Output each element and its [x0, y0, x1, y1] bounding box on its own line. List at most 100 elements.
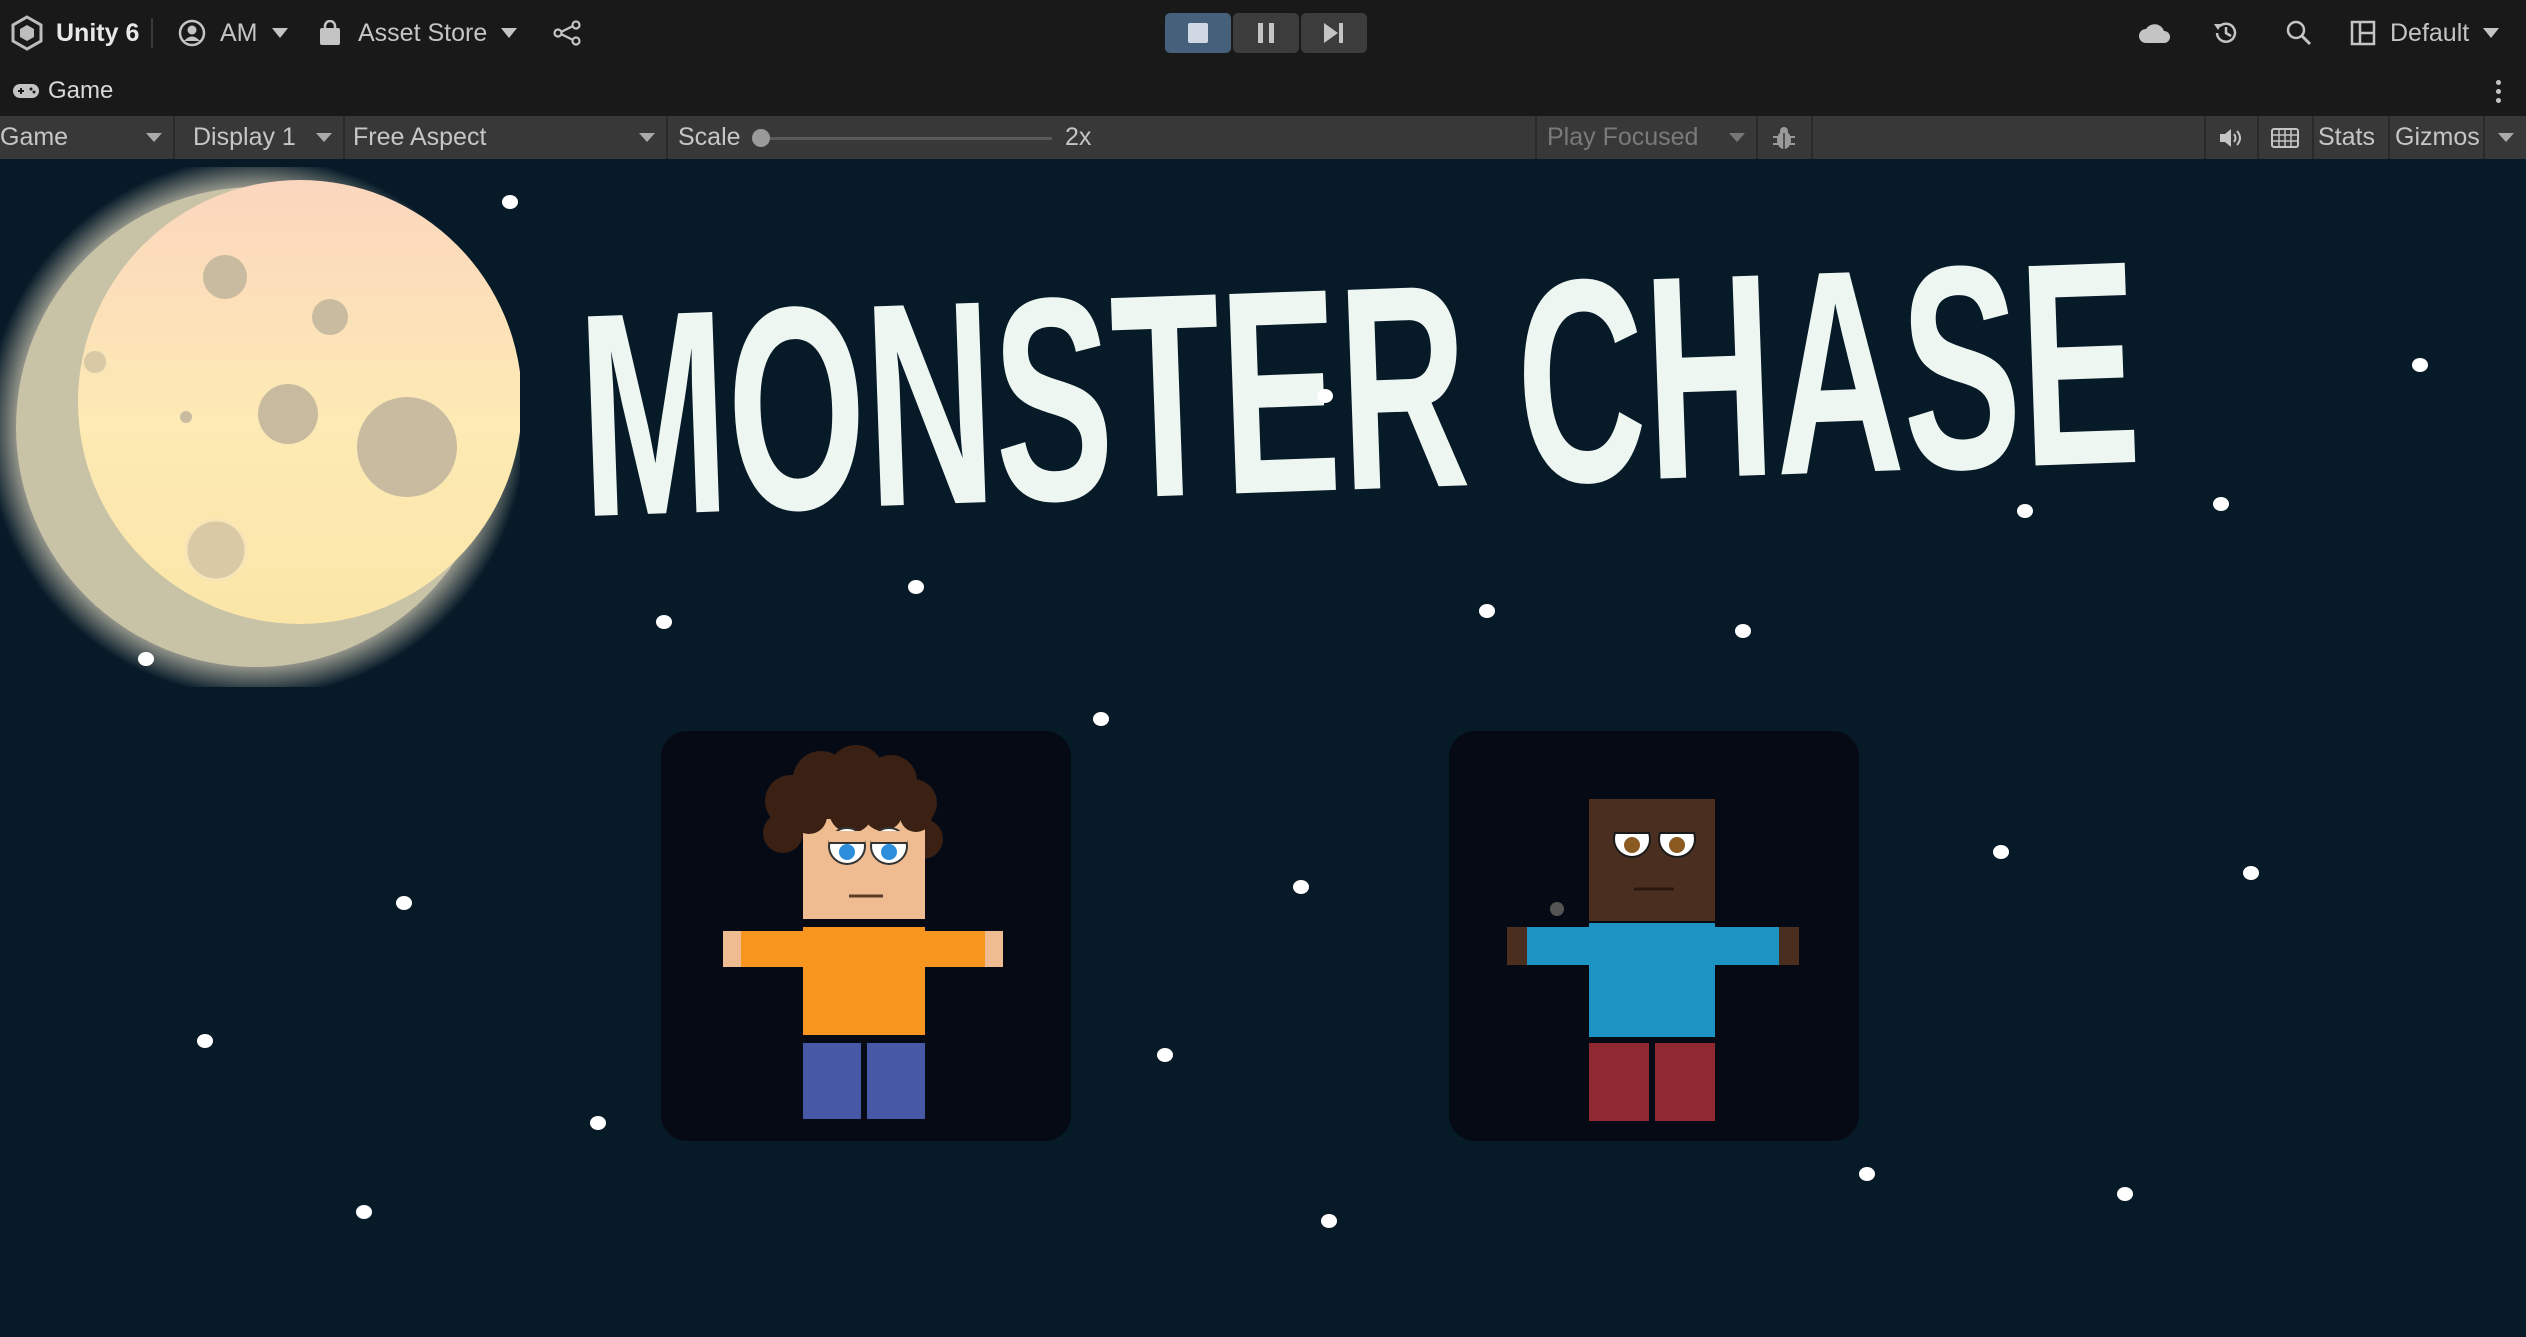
divider [2312, 116, 2314, 159]
pause-icon [1258, 23, 1274, 43]
divider [151, 18, 153, 48]
star [1293, 880, 1309, 894]
version-control-button[interactable] [553, 0, 581, 66]
shortcuts-toggle[interactable] [2259, 116, 2311, 159]
scale-slider-handle[interactable] [752, 129, 770, 147]
view-mode-label: Game [0, 123, 69, 151]
keyboard-icon [2271, 127, 2299, 148]
aspect-dropdown[interactable]: Free Aspect [345, 116, 665, 159]
pause-button[interactable] [1233, 13, 1299, 53]
game-title-text: MONSTER CHASE [574, 249, 2144, 578]
scale-slider-track[interactable] [760, 137, 1052, 140]
display-dropdown[interactable]: Display 1 [175, 116, 342, 159]
chevron-down-icon [501, 28, 518, 38]
star [656, 615, 672, 629]
play-mode-dropdown[interactable]: Play Focused [1537, 116, 1755, 159]
divider [666, 116, 668, 159]
debug-toggle[interactable] [1758, 116, 1810, 159]
game-view-toolbar: Game Display 1 Free Aspect Scale 2x Play… [0, 116, 2526, 161]
play-icon [1188, 23, 1208, 43]
star [1093, 712, 1109, 726]
chevron-down-icon [2483, 28, 2500, 38]
cloud-icon [2139, 24, 2170, 43]
display-label: Display 1 [193, 123, 296, 151]
account-icon [178, 19, 206, 47]
star [908, 580, 924, 594]
stats-toggle[interactable]: Stats [2318, 116, 2375, 159]
version-control-icon [553, 20, 581, 46]
top-toolbar: Unity 6 AM Asset Store Default [0, 0, 2526, 66]
history-button[interactable] [2212, 0, 2240, 66]
account-dropdown[interactable]: AM [178, 0, 288, 66]
search-icon [2286, 20, 2312, 46]
star [356, 1205, 372, 1219]
play-mode-label: Play Focused [1547, 123, 1699, 151]
step-icon [1324, 23, 1343, 43]
chevron-down-icon [2498, 133, 2514, 142]
app-title: Unity 6 [56, 18, 140, 47]
divider [1811, 116, 1813, 159]
account-label: AM [220, 18, 258, 47]
star [2117, 1187, 2133, 1201]
speaker-icon [2220, 128, 2241, 147]
character-select-card-2[interactable] [1449, 731, 1859, 1141]
scale-value: 2x [1065, 123, 1092, 151]
chevron-down-icon [316, 133, 332, 142]
star [1479, 604, 1495, 618]
gizmos-dropdown[interactable] [2485, 116, 2526, 159]
bug-icon [1773, 126, 1795, 149]
star [1735, 624, 1751, 638]
layout-dropdown[interactable]: Default [2350, 0, 2500, 66]
layout-label: Default [2390, 18, 2470, 47]
window-tab-bar: Game [0, 66, 2526, 116]
cloud-button[interactable] [2138, 0, 2172, 66]
star [2243, 866, 2259, 880]
star [2213, 497, 2229, 511]
star [1157, 1048, 1173, 1062]
player-1-character [723, 745, 1003, 1119]
star [1993, 845, 2009, 859]
step-button[interactable] [1301, 13, 1367, 53]
gizmos-label: Gizmos [2395, 123, 2480, 151]
gizmos-toggle[interactable]: Gizmos [2395, 116, 2480, 159]
search-button[interactable] [2285, 0, 2313, 66]
view-mode-dropdown[interactable]: Game [0, 116, 172, 159]
unity-logo-icon [11, 15, 43, 51]
stats-label: Stats [2318, 123, 2375, 151]
history-icon [2214, 22, 2237, 43]
more-options-button[interactable] [2488, 76, 2508, 106]
player-2-character [1507, 799, 1799, 1121]
tab-game[interactable]: Game [12, 66, 113, 116]
character-select-card-1[interactable] [661, 731, 1071, 1141]
tab-label: Game [48, 77, 114, 104]
star [1859, 1167, 1875, 1181]
asset-store-label: Asset Store [358, 18, 488, 47]
chevron-down-icon [1729, 133, 1745, 142]
moon-image [0, 167, 520, 687]
gamepad-icon [13, 84, 39, 98]
game-title: MONSTER CHASE [574, 249, 2144, 578]
play-button[interactable] [1165, 13, 1231, 53]
mute-audio-toggle[interactable] [2206, 116, 2256, 159]
chevron-down-icon [271, 28, 288, 38]
asset-store-dropdown[interactable]: Asset Store [318, 0, 518, 66]
layout-icon [2350, 20, 2376, 46]
divider [2388, 116, 2390, 159]
game-viewport[interactable]: MONSTER CHASE [0, 159, 2526, 1337]
star [138, 652, 154, 666]
star [502, 195, 518, 209]
kebab-menu-icon [2495, 79, 2501, 103]
star [1317, 389, 1333, 403]
star [197, 1034, 213, 1048]
star [1321, 1214, 1337, 1228]
chevron-down-icon [639, 133, 655, 142]
aspect-label: Free Aspect [353, 123, 487, 151]
scale-label: Scale [678, 123, 741, 151]
star [2017, 504, 2033, 518]
star [2412, 358, 2428, 372]
chevron-down-icon [146, 133, 162, 142]
star [396, 896, 412, 910]
star [590, 1116, 606, 1130]
unity-logo-button[interactable]: Unity 6 [10, 0, 139, 66]
asset-store-icon [320, 20, 340, 45]
